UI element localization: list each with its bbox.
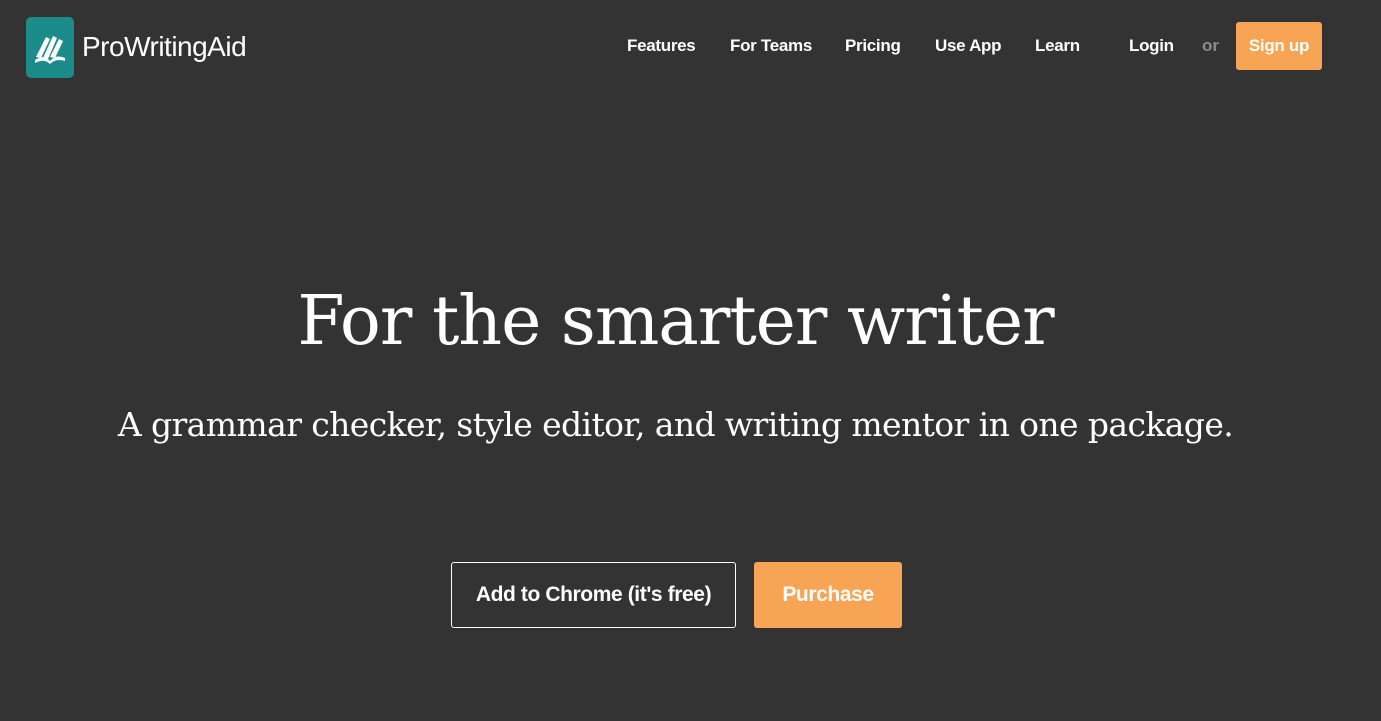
nav-learn[interactable]: Learn — [1035, 22, 1080, 70]
prowritingaid-logo-icon — [26, 16, 74, 78]
hero-subtitle: A grammar checker, style editor, and wri… — [117, 405, 1234, 444]
nav-for-teams[interactable]: For Teams — [730, 22, 812, 70]
nav-features[interactable]: Features — [627, 22, 696, 70]
site-header: ProWritingAid Features For Teams Pricing… — [0, 0, 1381, 94]
nav-login[interactable]: Login — [1129, 22, 1174, 70]
signup-button[interactable]: Sign up — [1236, 22, 1322, 70]
add-to-chrome-button[interactable]: Add to Chrome (it's free) — [451, 562, 736, 628]
nav-pricing[interactable]: Pricing — [845, 22, 901, 70]
page: ProWritingAid Features For Teams Pricing… — [0, 0, 1381, 721]
purchase-button[interactable]: Purchase — [754, 562, 902, 628]
brand-name: ProWritingAid — [82, 31, 247, 62]
logo-link[interactable]: ProWritingAid — [26, 16, 247, 78]
hero-title: For the smarter writer — [297, 282, 1054, 361]
nav-or-separator: or — [1202, 36, 1219, 55]
nav-use-app[interactable]: Use App — [935, 22, 1002, 70]
